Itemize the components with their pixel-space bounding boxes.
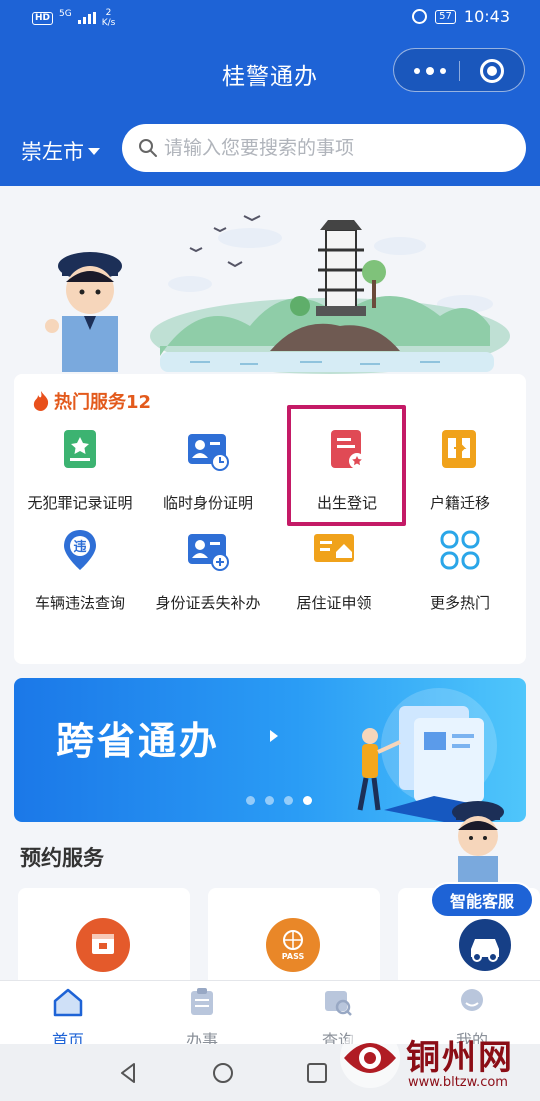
home-icon	[53, 988, 83, 1017]
calendar-icon	[76, 918, 130, 972]
caret-down-icon	[88, 147, 100, 155]
arrow-right-icon	[270, 730, 278, 742]
customer-service-button[interactable]: 智能客服	[430, 882, 534, 918]
passport-label: PASS	[281, 952, 305, 961]
household-transfer-icon	[442, 430, 476, 468]
service-temp-id[interactable]: 临时身份证明	[144, 428, 272, 513]
city-selector[interactable]: 崇左市	[21, 136, 100, 166]
network-speed: 2 K/s	[101, 8, 116, 28]
home-illustration	[45, 215, 510, 374]
alarm-icon	[412, 9, 428, 24]
service-household-transfer[interactable]: 户籍迁移	[396, 428, 524, 513]
more-icon	[440, 530, 480, 570]
user-icon	[461, 989, 483, 1011]
search-input[interactable]	[164, 132, 504, 164]
certificate-icon	[64, 430, 96, 468]
watermark-url: www.bltzw.com	[408, 1075, 508, 1090]
passport-icon: PASS	[266, 918, 320, 972]
service-more[interactable]: 更多热门	[396, 528, 524, 613]
police-mascot-icon	[45, 252, 122, 372]
network-label: 5G	[59, 9, 72, 19]
close-miniprogram-icon[interactable]	[480, 59, 504, 83]
status-bar: HD 5G 2 K/s 57 10:43	[0, 0, 540, 34]
city-label: 崇左市	[21, 140, 84, 164]
service-label: 更多热门	[429, 594, 490, 612]
hot-services-title: 热门服务12	[32, 388, 151, 414]
miniprogram-capsule	[393, 48, 525, 92]
flame-icon	[33, 391, 49, 411]
appointments-title: 预约服务	[20, 846, 104, 870]
tab-home[interactable]: 首页	[18, 987, 118, 1051]
search-box[interactable]	[122, 124, 526, 172]
signal-icon	[77, 12, 96, 24]
service-id-reissue[interactable]: 身份证丢失补办	[144, 528, 272, 613]
clock: 10:43	[463, 7, 510, 26]
service-label: 户籍迁移	[429, 494, 490, 512]
svg-text:违: 违	[73, 539, 86, 555]
car-icon[interactable]	[456, 916, 514, 974]
temp-id-icon	[188, 434, 229, 471]
banner-pager	[246, 796, 312, 805]
service-residence-permit[interactable]: 居住证申领	[270, 528, 398, 613]
hot-services-card: 热门服务12	[14, 374, 526, 664]
hd-badge: HD	[32, 11, 54, 25]
pager-dot[interactable]	[265, 796, 274, 805]
pager-dot[interactable]	[284, 796, 293, 805]
service-label: 身份证丢失补办	[155, 594, 261, 612]
service-traffic-violation[interactable]: 违 车辆违法查询	[16, 528, 144, 613]
more-menu-icon[interactable]	[414, 62, 446, 80]
appointment-card-calendar[interactable]	[18, 888, 190, 988]
service-label: 无犯罪记录证明	[27, 494, 133, 512]
highlight-box	[287, 405, 406, 526]
search-icon	[139, 139, 157, 157]
pager-dot[interactable]	[246, 796, 255, 805]
battery-icon: 57	[435, 9, 456, 24]
service-label: 临时身份证明	[162, 494, 253, 512]
id-card-reissue-icon	[188, 534, 229, 571]
service-no-criminal-record[interactable]: 无犯罪记录证明	[16, 428, 144, 513]
clipboard-icon	[191, 988, 213, 1015]
appointment-card-passport[interactable]: PASS	[208, 888, 380, 988]
query-icon	[325, 991, 352, 1016]
service-label: 居住证申领	[296, 594, 372, 612]
watermark-name: 铜州网	[406, 1038, 514, 1078]
customer-service-mascot-icon	[452, 801, 504, 888]
recent-apps-icon[interactable]	[306, 1062, 328, 1084]
home-button-icon[interactable]	[212, 1062, 234, 1084]
tab-services[interactable]: 办事	[152, 987, 252, 1051]
traffic-violation-icon: 违	[64, 530, 96, 570]
pager-dot-active[interactable]	[303, 796, 312, 805]
residence-permit-icon	[314, 534, 354, 562]
back-icon[interactable]	[118, 1062, 140, 1084]
promo-title: 跨省通办	[56, 719, 221, 763]
header-bar: HD 5G 2 K/s 57 10:43 桂警通办 崇左市	[0, 0, 540, 186]
service-label: 车辆违法查询	[34, 594, 125, 612]
